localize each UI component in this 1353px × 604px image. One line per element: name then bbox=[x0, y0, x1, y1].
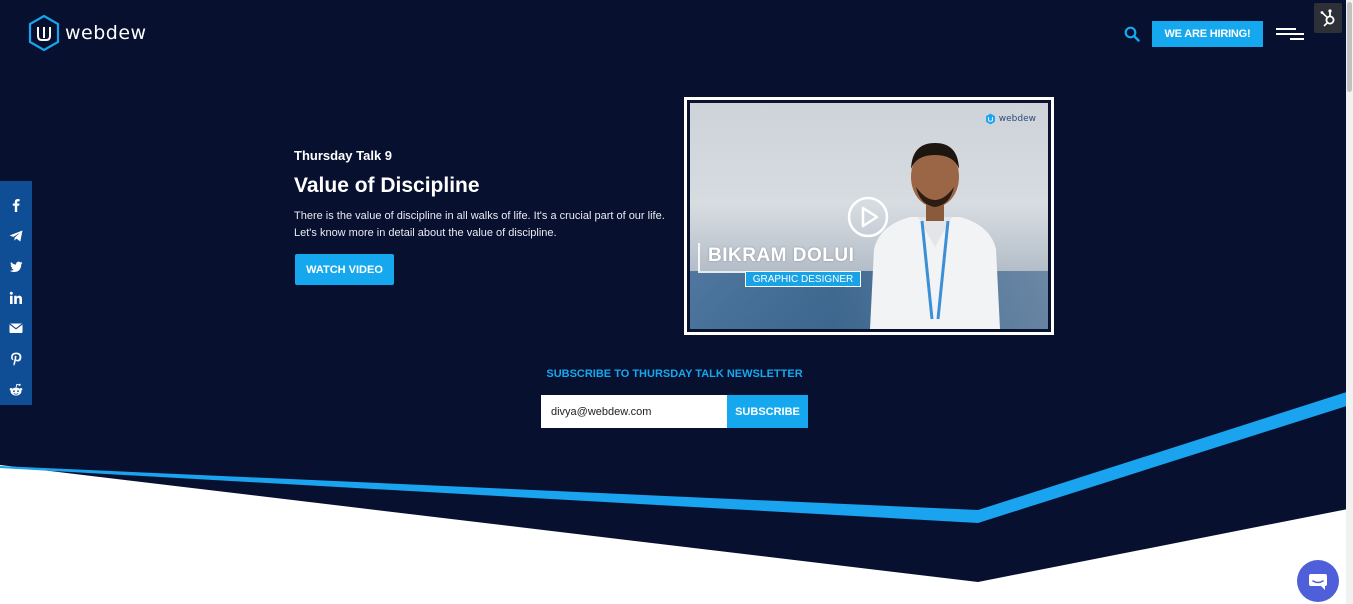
talk-title: Value of Discipline bbox=[294, 174, 480, 197]
talk-description: There is the value of discipline in all … bbox=[294, 210, 665, 239]
watch-video-button[interactable]: WATCH VIDEO bbox=[295, 254, 394, 285]
page-scrollbar[interactable] bbox=[1346, 0, 1353, 604]
chat-widget-button[interactable] bbox=[1297, 560, 1339, 602]
video-player[interactable]: webdew BIKRAM DOLUI GRAPHIC DESIGNER bbox=[684, 97, 1054, 335]
hamburger-menu-icon[interactable] bbox=[1276, 28, 1304, 42]
subscribe-button[interactable]: SUBSCRIBE bbox=[727, 395, 808, 428]
video-thumbnail[interactable]: webdew BIKRAM DOLUI GRAPHIC DESIGNER bbox=[690, 103, 1048, 329]
facebook-icon[interactable] bbox=[0, 190, 32, 221]
we-are-hiring-button[interactable]: WE ARE HIRING! bbox=[1152, 21, 1263, 47]
webdew-logo[interactable]: webdew bbox=[27, 14, 147, 52]
webdew-hex-icon bbox=[985, 113, 995, 125]
hero-background bbox=[0, 0, 1353, 582]
webdew-hex-icon bbox=[28, 14, 60, 52]
speaker-role: GRAPHIC DESIGNER bbox=[745, 271, 861, 287]
logo-text: webdew bbox=[65, 22, 147, 44]
newsletter-email-input[interactable] bbox=[541, 395, 727, 428]
search-icon[interactable] bbox=[1124, 26, 1140, 42]
speaker-name: BIKRAM DOLUI bbox=[708, 245, 855, 266]
play-icon[interactable] bbox=[846, 195, 890, 239]
twitter-icon[interactable] bbox=[0, 251, 32, 282]
chat-bubble-icon bbox=[1309, 574, 1327, 590]
hubspot-icon[interactable] bbox=[1314, 3, 1342, 33]
talk-number-label: Thursday Talk 9 bbox=[294, 148, 393, 163]
newsletter-heading: SUBSCRIBE TO THURSDAY TALK NEWSLETTER bbox=[546, 368, 803, 380]
video-watermark: webdew bbox=[985, 113, 1036, 125]
telegram-icon[interactable] bbox=[0, 221, 32, 252]
linkedin-icon[interactable] bbox=[0, 282, 32, 313]
email-icon[interactable] bbox=[0, 313, 32, 344]
scrollbar-thumb[interactable] bbox=[1347, 2, 1352, 92]
video-watermark-text: webdew bbox=[998, 114, 1036, 124]
